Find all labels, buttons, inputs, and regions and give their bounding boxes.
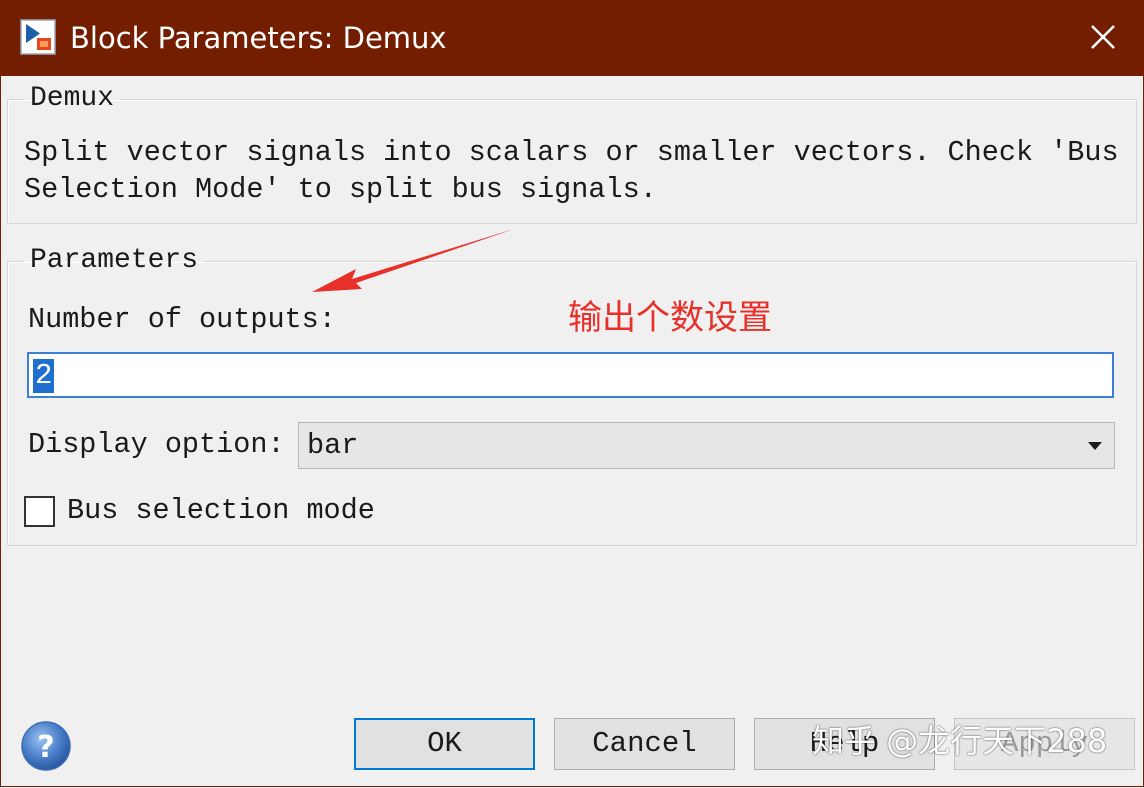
help-question-icon[interactable]: ? [20, 720, 72, 772]
simulink-block-icon [20, 19, 56, 55]
block-description: Split vector signals into scalars or sma… [24, 136, 1119, 206]
number-of-outputs-value: 2 [33, 359, 55, 393]
title-bar: Block Parameters: Demux [0, 0, 1144, 76]
bus-selection-checkbox[interactable] [24, 496, 55, 527]
window-title: Block Parameters: Demux [70, 21, 447, 55]
bus-selection-label[interactable]: Bus selection mode [67, 494, 375, 528]
annotation-text: 输出个数设置 [568, 298, 772, 338]
display-option-label: Display option: [28, 428, 285, 461]
watermark-text: 知乎 @龙行天下288 [812, 722, 1108, 760]
cancel-button[interactable]: Cancel [554, 718, 735, 770]
display-option-select[interactable]: bar [298, 422, 1115, 469]
svg-text:?: ? [37, 730, 54, 765]
number-of-outputs-label: Number of outputs: [28, 303, 336, 336]
close-icon[interactable] [1086, 20, 1120, 54]
number-of-outputs-input[interactable]: 2 [27, 352, 1114, 398]
chevron-down-icon [1088, 442, 1102, 450]
display-option-value: bar [307, 429, 359, 462]
block-group-legend: Demux [30, 83, 115, 114]
parameters-group-legend: Parameters [30, 245, 199, 276]
ok-button[interactable]: OK [354, 718, 535, 770]
